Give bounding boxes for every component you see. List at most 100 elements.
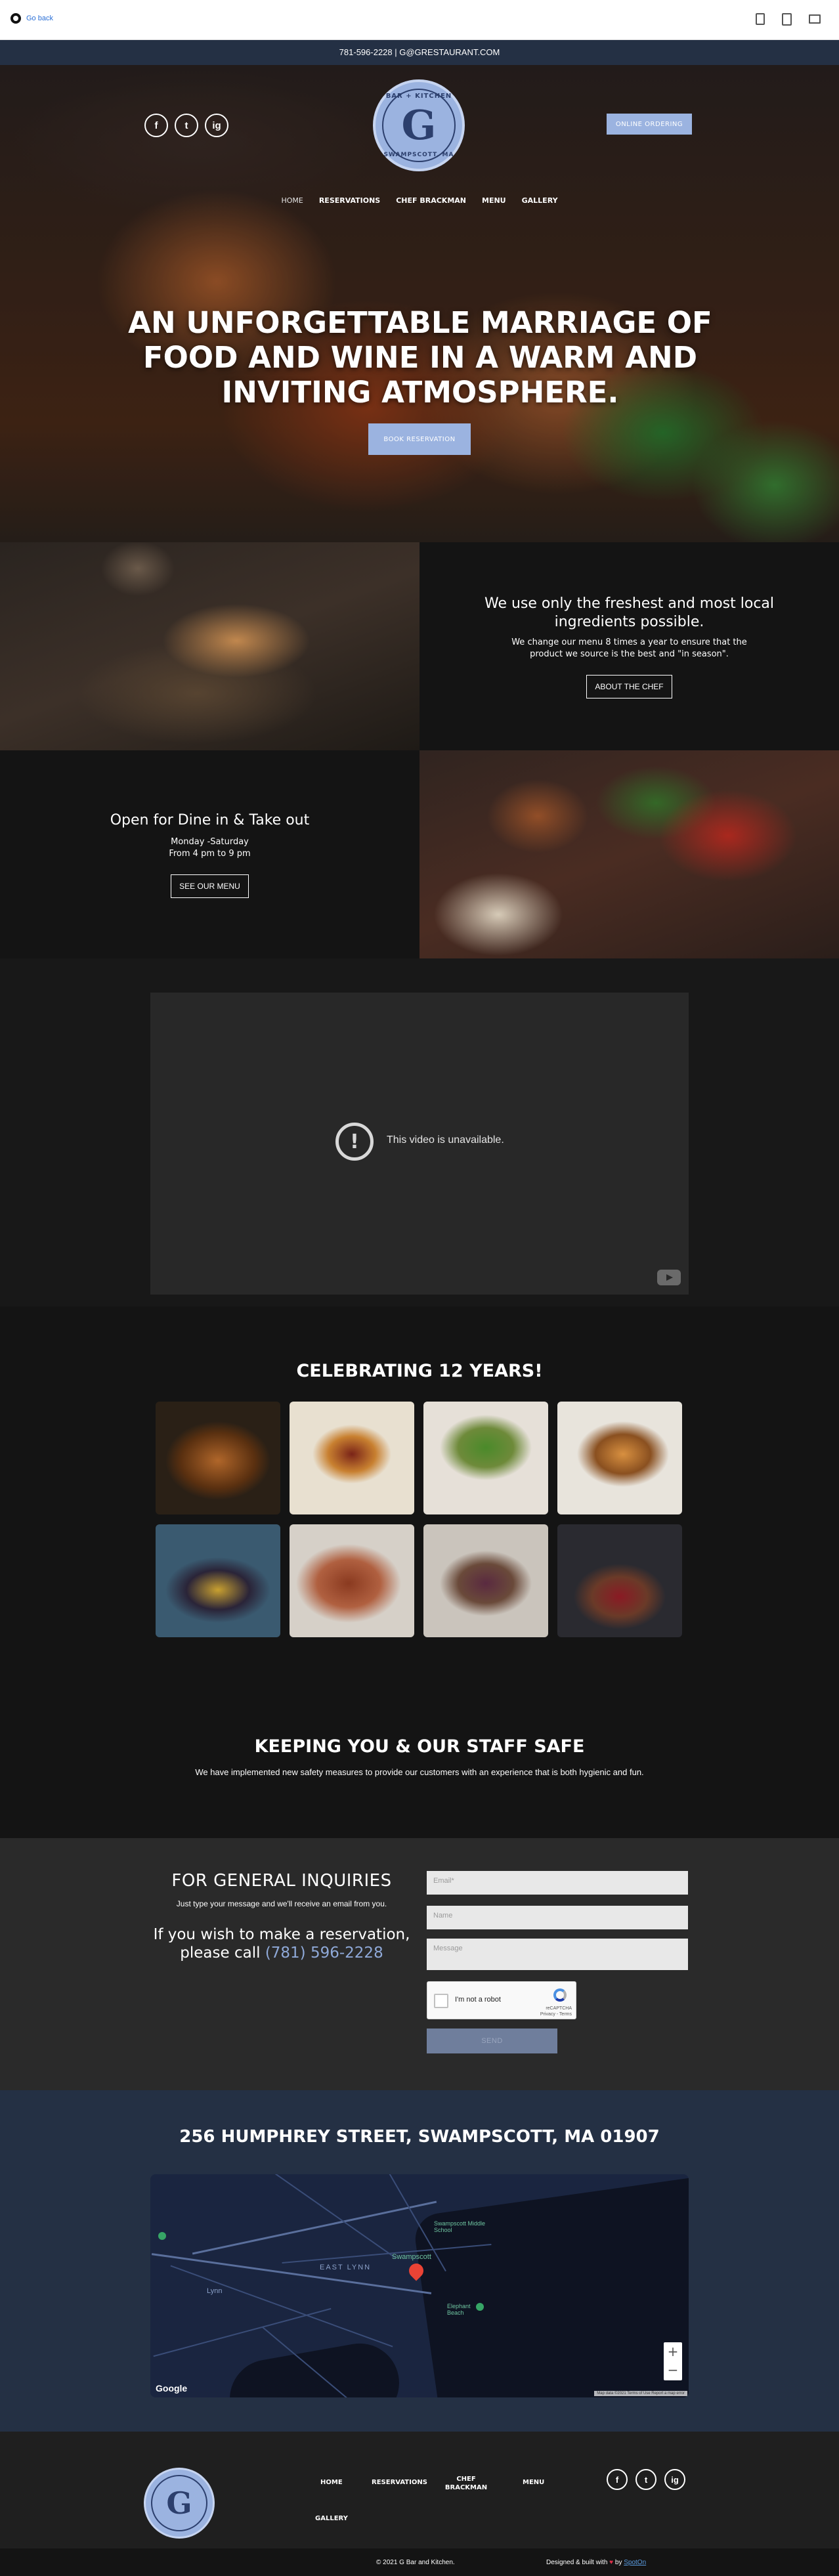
pork-chop-image bbox=[0, 542, 420, 750]
inquiry-title: FOR GENERAL INQUIRIES bbox=[171, 1871, 392, 1891]
zoom-in-button[interactable]: + bbox=[664, 2342, 682, 2361]
go-back-button[interactable]: Go back bbox=[11, 13, 53, 24]
instagram-icon[interactable]: ig bbox=[205, 114, 228, 137]
contact-strip[interactable]: 781-596-2228 | G@GRESTAURANT.COM bbox=[0, 40, 839, 65]
video-section: ! This video is unavailable. bbox=[0, 958, 839, 1306]
preview-bar: Go back bbox=[0, 0, 839, 40]
about-chef-button[interactable]: ABOUT THE CHEF bbox=[586, 674, 672, 698]
fresh-heading: We use only the freshest and most local … bbox=[484, 595, 775, 630]
footer-nav-menu[interactable]: MENU bbox=[523, 2478, 544, 2487]
map-label-lynn: Lynn bbox=[207, 2287, 223, 2295]
inquiry-info: FOR GENERAL INQUIRIES Just type your mes… bbox=[150, 1871, 413, 1962]
instagram-icon[interactable]: ig bbox=[664, 2469, 685, 2490]
logo-ring bbox=[151, 2475, 207, 2531]
restaurant-logo[interactable]: BAR + KITCHEN G SWAMPSCOTT, MA bbox=[373, 79, 465, 171]
twitter-icon[interactable]: t bbox=[175, 114, 198, 137]
gallery-photo[interactable] bbox=[423, 1402, 548, 1514]
recaptcha-icon bbox=[551, 1988, 570, 2007]
phone-link[interactable]: (781) 596-2228 bbox=[265, 1944, 383, 1962]
recaptcha-links[interactable]: Privacy - Terms bbox=[540, 2011, 572, 2017]
copyright: © 2021 G Bar and Kitchen. bbox=[376, 2559, 455, 2566]
heart-icon: ♥ bbox=[609, 2559, 614, 2566]
video-unavailable-message: This video is unavailable. bbox=[387, 1134, 504, 1146]
map-poi-icon bbox=[476, 2303, 484, 2311]
built-by: Designed & built with ♥ by SpotOn bbox=[546, 2559, 646, 2566]
photo-gallery bbox=[156, 1402, 683, 1637]
message-field[interactable]: Message bbox=[427, 1939, 688, 1970]
fresh-panel: We use only the freshest and most local … bbox=[420, 542, 839, 750]
hero-title: AN UNFORGETTABLE MARRIAGE OF FOOD AND WI… bbox=[128, 305, 712, 410]
social-links: f t ig bbox=[144, 114, 228, 137]
map-label-middle-school: Swampscott Middle School bbox=[434, 2220, 486, 2233]
footer-nav-home[interactable]: HOME bbox=[320, 2478, 343, 2487]
dine-panel: Open for Dine in & Take out Monday -Satu… bbox=[0, 750, 420, 958]
recaptcha-checkbox[interactable] bbox=[434, 1994, 448, 2008]
google-map[interactable]: EAST LYNN Lynn Swampscott Swampscott Mid… bbox=[150, 2174, 689, 2397]
name-field[interactable]: Name bbox=[427, 1906, 688, 1929]
dish-image bbox=[420, 750, 839, 958]
nav-reservations[interactable]: RESERVATIONS bbox=[319, 196, 380, 205]
warning-icon: ! bbox=[335, 1123, 374, 1161]
gallery-photo[interactable] bbox=[156, 1402, 280, 1514]
zoom-out-button[interactable]: − bbox=[664, 2361, 682, 2379]
inquiry-subtitle: Just type your message and we'll receive… bbox=[176, 1899, 387, 1908]
online-ordering-button[interactable]: ONLINE ORDERING bbox=[607, 114, 692, 135]
map-road bbox=[170, 2265, 393, 2348]
go-back-label: Go back bbox=[26, 14, 53, 22]
twitter-icon[interactable]: t bbox=[635, 2469, 656, 2490]
dine-days: Monday -Saturday bbox=[171, 836, 249, 847]
zoom-controls: + − bbox=[664, 2342, 682, 2380]
gallery-photo[interactable] bbox=[290, 1524, 414, 1637]
main-nav: HOME RESERVATIONS CHEF BRACKMAN MENU GAL… bbox=[0, 196, 839, 205]
tablet-icon[interactable] bbox=[782, 13, 792, 26]
safety-title: KEEPING YOU & OUR STAFF SAFE bbox=[254, 1736, 585, 1757]
nav-chef[interactable]: CHEF BRACKMAN bbox=[396, 196, 466, 205]
map-water bbox=[412, 2174, 689, 2397]
recaptcha-branding: reCAPTCHA Privacy - Terms bbox=[540, 2006, 572, 2017]
map-label-east-lynn: EAST LYNN bbox=[320, 2264, 372, 2271]
see-menu-button[interactable]: SEE OUR MENU bbox=[171, 874, 249, 898]
send-button[interactable]: SEND bbox=[427, 2029, 557, 2053]
logo-bottom-text: SWAMPSCOTT, MA bbox=[383, 152, 454, 158]
nav-home[interactable]: HOME bbox=[281, 196, 303, 205]
fresh-text: We change our menu 8 times a year to ens… bbox=[511, 637, 747, 659]
email-field[interactable]: Email* bbox=[427, 1871, 688, 1895]
map-poi-icon bbox=[158, 2232, 166, 2240]
gallery-photo[interactable] bbox=[423, 1524, 548, 1637]
footer-nav-chef[interactable]: CHEF BRACKMAN bbox=[444, 2475, 488, 2492]
address-section: 256 HUMPHREY STREET, SWAMPSCOTT, MA 0190… bbox=[0, 2090, 839, 2432]
footer-nav-gallery[interactable]: GALLERY bbox=[315, 2514, 348, 2523]
map-attribution[interactable]: Map data ©2021 Terms of Use Report a map… bbox=[594, 2391, 687, 2396]
circle-icon bbox=[11, 13, 21, 24]
gallery-photo[interactable] bbox=[156, 1524, 280, 1637]
inquiry-section: FOR GENERAL INQUIRIES Just type your mes… bbox=[0, 1838, 839, 2090]
google-logo: Google bbox=[156, 2383, 188, 2394]
fresh-section: We use only the freshest and most local … bbox=[0, 542, 839, 750]
footer-logo[interactable]: G bbox=[144, 2468, 215, 2539]
map-label-swampscott: Swampscott bbox=[392, 2253, 431, 2261]
nav-gallery[interactable]: GALLERY bbox=[522, 196, 558, 205]
footer-nav-reservations[interactable]: RESERVATIONS bbox=[372, 2478, 427, 2487]
map-water bbox=[223, 2337, 406, 2397]
gallery-photo[interactable] bbox=[290, 1402, 414, 1514]
desktop-icon[interactable] bbox=[809, 14, 821, 24]
built-by-word: by bbox=[614, 2559, 622, 2566]
facebook-icon[interactable]: f bbox=[607, 2469, 628, 2490]
spoton-link[interactable]: SpotOn bbox=[624, 2559, 646, 2566]
gallery-photo[interactable] bbox=[557, 1402, 682, 1514]
dine-hours: From 4 pm to 9 pm bbox=[169, 848, 251, 859]
gallery-photo[interactable] bbox=[557, 1524, 682, 1637]
logo-top-text: BAR + KITCHEN bbox=[385, 93, 452, 100]
hero-section: f t ig BAR + KITCHEN G SWAMPSCOTT, MA ON… bbox=[0, 65, 839, 542]
nav-menu[interactable]: MENU bbox=[482, 196, 506, 205]
mobile-icon[interactable] bbox=[756, 13, 765, 25]
video-player[interactable]: ! This video is unavailable. bbox=[150, 993, 689, 1295]
reservation-call-text: If you wish to make a reservation, pleas… bbox=[150, 1925, 413, 1962]
map-road bbox=[153, 2308, 332, 2357]
footer: G HOME RESERVATIONS CHEF BRACKMAN MENU G… bbox=[0, 2432, 839, 2548]
built-prefix: Designed & built with bbox=[546, 2559, 608, 2566]
book-reservation-button[interactable]: BOOK RESERVATION bbox=[368, 423, 471, 455]
facebook-icon[interactable]: f bbox=[144, 114, 168, 137]
recaptcha-widget: I'm not a robot reCAPTCHA Privacy - Term… bbox=[427, 1981, 576, 2019]
youtube-icon[interactable] bbox=[657, 1270, 681, 1285]
